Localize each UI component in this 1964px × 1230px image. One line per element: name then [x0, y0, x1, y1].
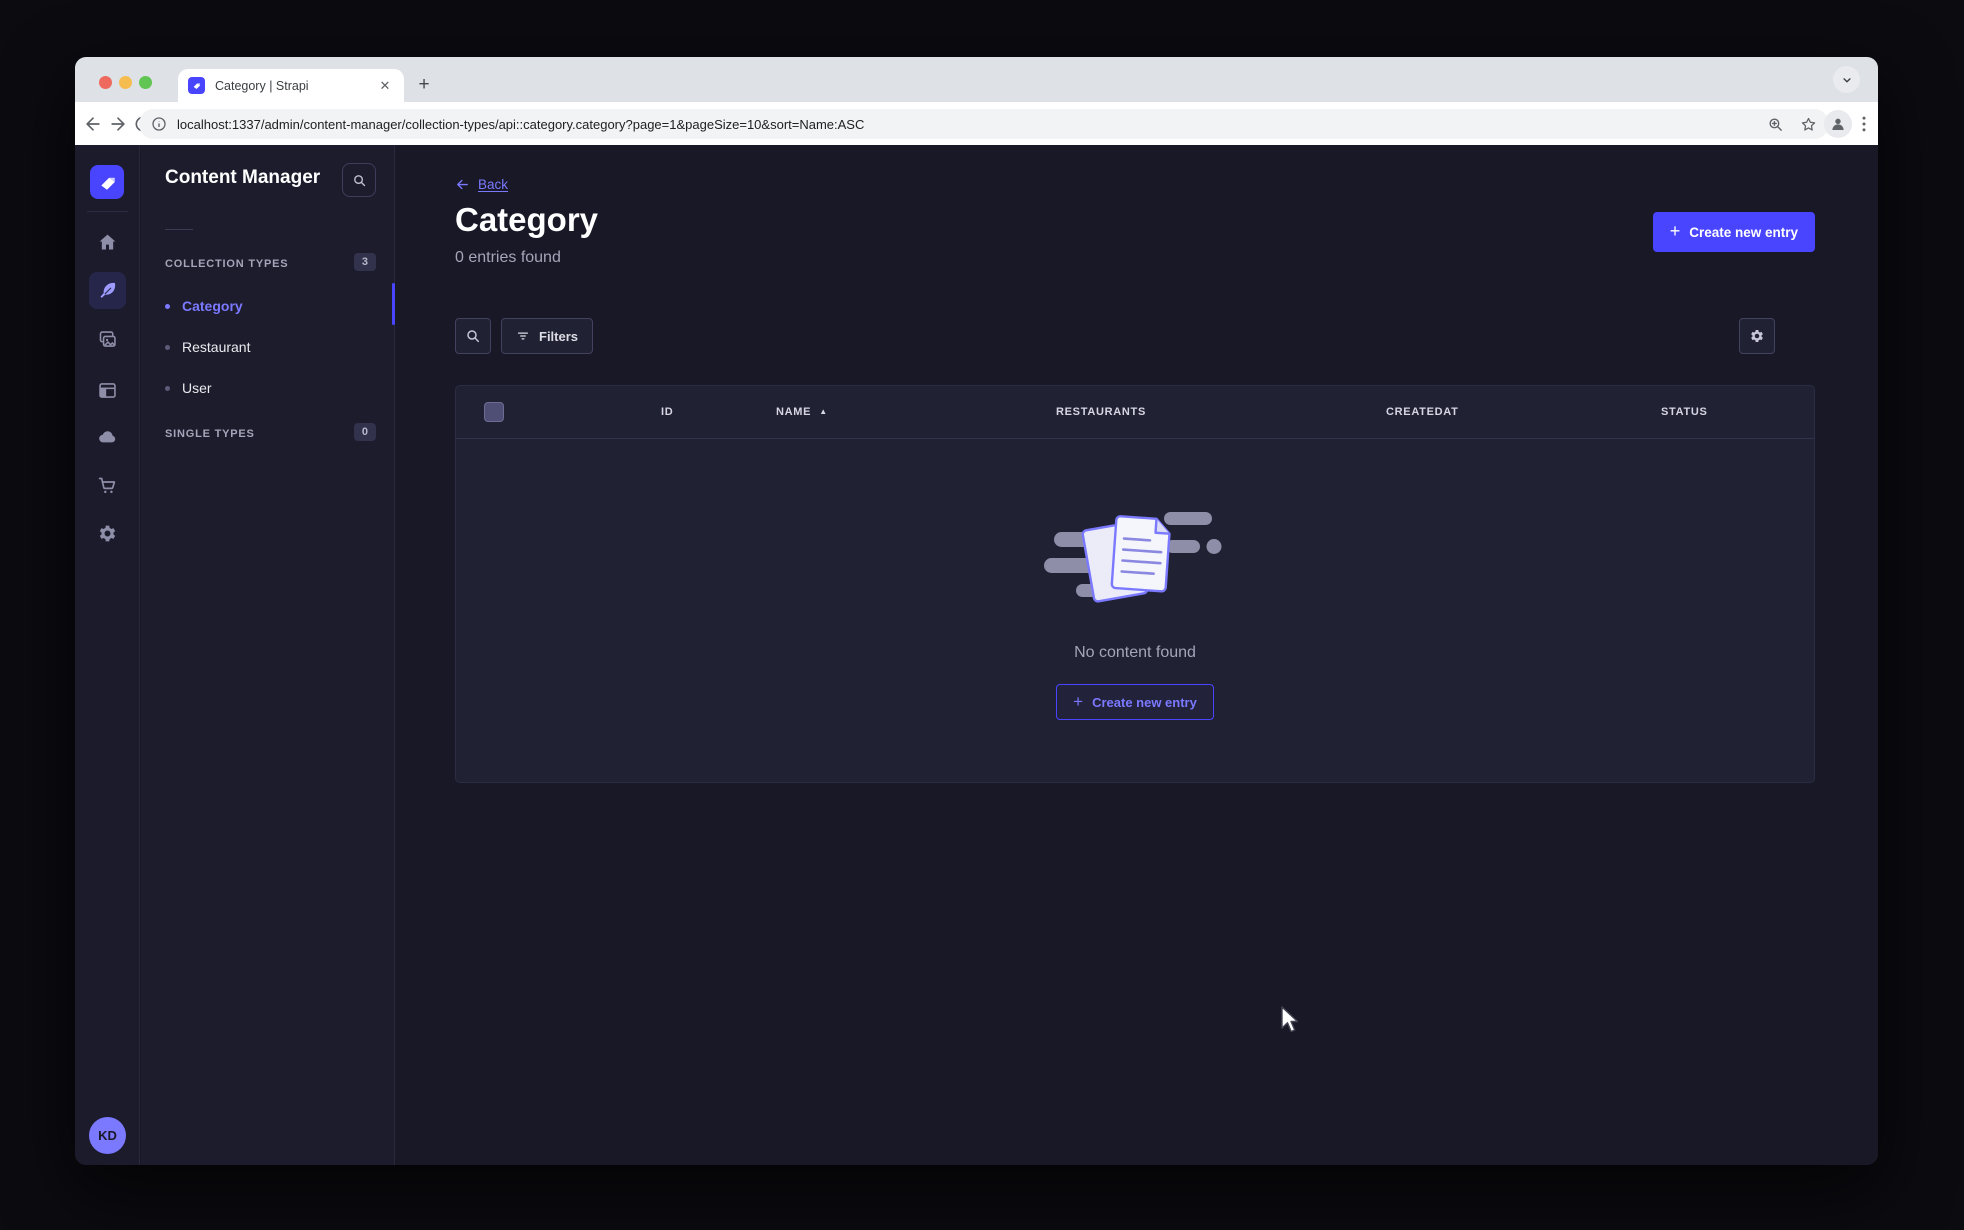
sidebar-search-button[interactable] — [342, 163, 376, 197]
content-manager-icon[interactable] — [89, 272, 126, 309]
main-content: Back Category 0 entries found + Create n… — [395, 145, 1878, 1165]
column-header-id[interactable]: ID — [661, 406, 673, 418]
page-title: Category — [455, 201, 599, 238]
table-settings-button[interactable] — [1739, 318, 1775, 354]
search-icon — [353, 174, 365, 186]
user-avatar[interactable]: KD — [89, 1117, 126, 1154]
site-info-icon[interactable] — [151, 116, 167, 132]
bullet-icon — [165, 303, 170, 309]
single-types-count-badge: 0 — [353, 423, 376, 441]
media-library-icon[interactable] — [89, 321, 126, 358]
arrow-left-icon — [457, 179, 468, 190]
tab-title: Category | Strapi — [215, 78, 309, 93]
plus-icon: + — [1073, 691, 1084, 711]
no-content-illustration — [1044, 512, 1222, 603]
tab-close-icon[interactable]: ✕ — [376, 77, 394, 95]
tab-search-chevron-icon[interactable] — [1833, 66, 1860, 93]
rail-divider — [87, 211, 128, 212]
empty-state: No content found + Create new entry — [456, 438, 1814, 784]
strapi-logo[interactable] — [90, 165, 124, 199]
desktop: Category | Strapi ✕ + localhost:1337/adm… — [0, 0, 1964, 1230]
collection-types-count-badge: 3 — [353, 253, 376, 271]
settings-gear-icon[interactable] — [89, 515, 126, 552]
sidebar-divider — [165, 229, 193, 230]
cloud-icon[interactable] — [89, 419, 126, 456]
sidebar-item-restaurant[interactable]: Restaurant — [165, 334, 250, 360]
bullet-icon — [165, 385, 170, 391]
forward-icon[interactable] — [108, 114, 128, 134]
browser-toolbar: localhost:1337/admin/content-manager/col… — [75, 102, 1878, 146]
empty-create-entry-button[interactable]: + Create new entry — [1056, 684, 1214, 720]
home-icon[interactable] — [89, 224, 126, 261]
sidebar-item-label: Restaurant — [182, 339, 251, 355]
new-tab-button[interactable]: + — [412, 74, 436, 98]
entries-count: 0 entries found — [455, 249, 561, 266]
entries-table: ID NAME ▲ RESTAURANTS CREATEDAT STATUS N… — [455, 385, 1815, 783]
browser-tab[interactable]: Category | Strapi ✕ — [178, 69, 404, 102]
sidebar-item-label: Category — [182, 298, 243, 314]
column-header-createdat[interactable]: CREATEDAT — [1386, 406, 1459, 418]
browser-window: Category | Strapi ✕ + localhost:1337/adm… — [75, 57, 1878, 1165]
column-header-name[interactable]: NAME ▲ — [776, 406, 828, 418]
minimize-window-button[interactable] — [119, 76, 132, 89]
sort-asc-icon: ▲ — [819, 407, 828, 416]
content-type-builder-icon[interactable] — [89, 372, 126, 409]
content-manager-sidebar: Content Manager COLLECTION TYPES 3 Categ… — [141, 145, 395, 1165]
gear-icon — [1751, 330, 1763, 342]
search-icon — [467, 330, 480, 343]
bookmark-star-icon[interactable] — [1800, 116, 1817, 133]
back-icon[interactable] — [83, 114, 103, 134]
select-all-checkbox[interactable] — [484, 402, 504, 422]
back-label: Back — [478, 177, 509, 192]
close-window-button[interactable] — [99, 76, 112, 89]
create-new-entry-button[interactable]: + Create new entry — [1652, 212, 1815, 252]
fullscreen-window-button[interactable] — [139, 76, 152, 89]
column-header-restaurants[interactable]: RESTAURANTS — [1056, 406, 1146, 418]
back-link[interactable]: Back — [455, 177, 508, 192]
table-header-row: ID NAME ▲ RESTAURANTS CREATEDAT STATUS — [456, 386, 1814, 438]
sidebar-item-label: User — [182, 380, 212, 396]
zoom-page-icon[interactable] — [1767, 116, 1784, 133]
sidebar-title: Content Manager — [165, 167, 321, 188]
strapi-favicon-icon — [188, 77, 205, 94]
empty-message: No content found — [1074, 644, 1196, 661]
browser-menu-icon[interactable] — [1854, 114, 1874, 134]
sidebar-item-category[interactable]: Category — [165, 293, 243, 319]
filter-icon — [517, 332, 529, 340]
tab-strip: Category | Strapi ✕ + — [75, 57, 1878, 102]
url-bar[interactable]: localhost:1337/admin/content-manager/col… — [139, 109, 1829, 139]
table-search-button[interactable] — [455, 318, 491, 354]
marketplace-cart-icon[interactable] — [89, 467, 126, 504]
bullet-icon — [165, 344, 170, 350]
section-single-types: SINGLE TYPES — [165, 428, 255, 440]
browser-profile-avatar[interactable] — [1824, 110, 1852, 138]
column-header-status[interactable]: STATUS — [1661, 406, 1708, 418]
filters-button[interactable]: Filters — [501, 318, 594, 354]
strapi-admin-page: KD Content Manager COLLECTION TYPES 3 Ca… — [75, 145, 1878, 1165]
section-collection-types: COLLECTION TYPES — [165, 258, 289, 270]
url-text: localhost:1337/admin/content-manager/col… — [177, 116, 865, 132]
main-nav-rail: KD — [75, 145, 140, 1165]
sidebar-item-user[interactable]: User — [165, 375, 212, 401]
plus-icon: + — [1669, 221, 1681, 241]
